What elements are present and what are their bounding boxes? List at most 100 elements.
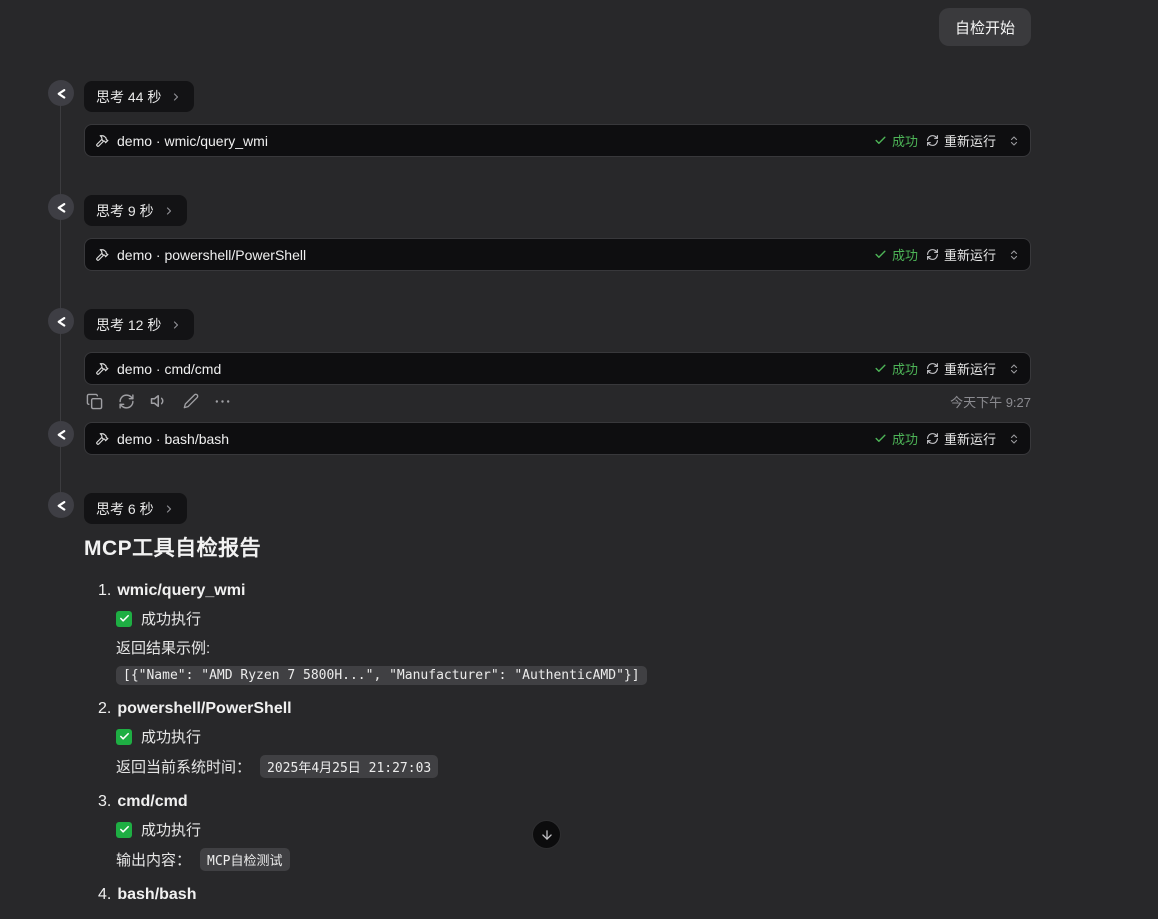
tool-call-bar[interactable]: demo · cmd/cmd 成功 重新运行	[84, 352, 1031, 385]
report-item-title: 1. wmic/query_wmi	[98, 582, 1004, 600]
edit-icon[interactable]	[183, 393, 199, 409]
message-actions: 今天下午 9:27	[86, 391, 1031, 411]
thinking-label: 思考 9 秒	[96, 202, 154, 219]
thinking-toggle[interactable]: 思考 6 秒	[84, 493, 187, 524]
tool-call-bar[interactable]: demo · wmic/query_wmi 成功 重新运行	[84, 124, 1031, 157]
share-icon	[54, 498, 69, 513]
item-number: 4.	[98, 886, 112, 903]
status-label: 成功	[891, 432, 918, 447]
rerun-label: 重新运行	[943, 134, 996, 149]
status-text: 成功执行	[141, 611, 202, 628]
rerun-label: 重新运行	[943, 362, 996, 377]
chevron-right-icon	[170, 319, 182, 331]
tool-call-bar[interactable]: demo · bash/bash 成功 重新运行	[84, 422, 1031, 455]
tool-call-title: demo · bash/bash	[117, 430, 230, 447]
arrow-down-icon	[540, 828, 554, 842]
user-message-text: 自检开始	[954, 19, 1015, 37]
speaker-icon[interactable]	[150, 392, 168, 410]
thinking-toggle[interactable]: 思考 12 秒	[84, 309, 195, 340]
share-icon	[54, 86, 69, 101]
assistant-avatar	[48, 80, 74, 106]
report-title: MCP工具自检报告	[84, 537, 262, 560]
chevrons-up-down-icon[interactable]	[1008, 249, 1020, 261]
refresh-icon	[926, 432, 939, 445]
hammer-icon	[95, 248, 109, 262]
tool-call-bar[interactable]: demo · powershell/PowerShell 成功 重新运行	[84, 238, 1031, 271]
thinking-label: 思考 44 秒	[96, 88, 162, 105]
chevrons-up-down-icon[interactable]	[1008, 433, 1020, 445]
label-code-line: 输出内容： MCP自检测试	[116, 848, 1004, 871]
report-item-title: 2. powershell/PowerShell	[98, 700, 1004, 718]
hammer-icon	[95, 362, 109, 376]
refresh-icon	[926, 362, 939, 375]
report-item: 2. powershell/PowerShell 成功执行 返回当前系统时间： 2…	[84, 700, 1004, 778]
message-timestamp: 今天下午 9:27	[950, 394, 1031, 410]
item-number: 2.	[98, 700, 112, 717]
thinking-label: 思考 6 秒	[96, 500, 154, 517]
check-emoji-icon	[116, 728, 132, 745]
user-message-bubble: 自检开始	[938, 8, 1031, 46]
chevrons-up-down-icon[interactable]	[1008, 135, 1020, 147]
tool-call-title: demo · cmd/cmd	[117, 360, 222, 377]
assistant-avatar	[48, 421, 74, 447]
report-item-title: 3. cmd/cmd	[98, 793, 1004, 811]
copy-icon[interactable]	[86, 393, 103, 410]
item-number: 1.	[98, 582, 112, 599]
status-label: 成功	[891, 248, 918, 263]
inline-code: [{"Name": "AMD Ryzen 7 5800H...", "Manuf…	[116, 666, 647, 685]
item-name: powershell/PowerShell	[117, 700, 292, 717]
thinking-label: 思考 12 秒	[96, 316, 162, 333]
regenerate-icon[interactable]	[118, 393, 135, 410]
report-body: MCP工具自检报告 1. wmic/query_wmi 成功执行 返回结果示例: …	[84, 532, 1004, 919]
item-name: cmd/cmd	[117, 793, 188, 810]
rerun-button[interactable]: 重新运行	[926, 429, 996, 448]
status-badge: 成功	[874, 245, 918, 264]
report-item: 4. bash/bash	[84, 886, 1004, 904]
item-number: 3.	[98, 793, 112, 810]
result-label: 返回当前系统时间：	[116, 759, 252, 776]
code-line: [{"Name": "AMD Ryzen 7 5800H...", "Manuf…	[116, 666, 1004, 685]
inline-code: 2025年4月25日 21:27:03	[260, 755, 439, 778]
status-text: 成功执行	[141, 729, 202, 746]
refresh-icon	[926, 248, 939, 261]
rerun-button[interactable]: 重新运行	[926, 131, 996, 150]
status-badge: 成功	[874, 131, 918, 150]
tool-call-title: demo · powershell/PowerShell	[117, 246, 307, 263]
check-emoji-icon	[116, 821, 132, 838]
status-badge: 成功	[874, 359, 918, 378]
chevron-right-icon	[170, 91, 182, 103]
result-label: 输出内容：	[116, 852, 192, 869]
share-icon	[54, 427, 69, 442]
hammer-icon	[95, 134, 109, 148]
chevrons-up-down-icon[interactable]	[1008, 363, 1020, 375]
refresh-icon	[926, 134, 939, 147]
status-badge: 成功	[874, 429, 918, 448]
check-emoji-icon	[116, 610, 132, 627]
more-icon[interactable]	[214, 393, 231, 410]
check-icon	[874, 248, 887, 261]
rerun-label: 重新运行	[943, 432, 996, 447]
rerun-button[interactable]: 重新运行	[926, 245, 996, 264]
status-label: 成功	[891, 134, 918, 149]
status-line: 成功执行	[116, 608, 1004, 629]
assistant-avatar	[48, 492, 74, 518]
chevron-right-icon	[163, 503, 175, 515]
tool-call-title: demo · wmic/query_wmi	[117, 132, 268, 149]
assistant-avatar	[48, 308, 74, 334]
result-label: 返回结果示例:	[116, 640, 211, 657]
scroll-to-bottom-button[interactable]	[532, 820, 561, 849]
inline-code: MCP自检测试	[200, 848, 290, 871]
item-name: bash/bash	[117, 886, 197, 903]
thinking-toggle[interactable]: 思考 9 秒	[84, 195, 187, 226]
report-item: 1. wmic/query_wmi 成功执行 返回结果示例: [{"Name": …	[84, 582, 1004, 685]
share-icon	[54, 200, 69, 215]
thinking-toggle[interactable]: 思考 44 秒	[84, 81, 195, 112]
label-line: 返回结果示例:	[116, 637, 1004, 658]
check-icon	[874, 134, 887, 147]
status-text: 成功执行	[141, 822, 202, 839]
rerun-label: 重新运行	[943, 248, 996, 263]
check-icon	[874, 432, 887, 445]
status-label: 成功	[891, 362, 918, 377]
chevron-right-icon	[163, 205, 175, 217]
rerun-button[interactable]: 重新运行	[926, 359, 996, 378]
